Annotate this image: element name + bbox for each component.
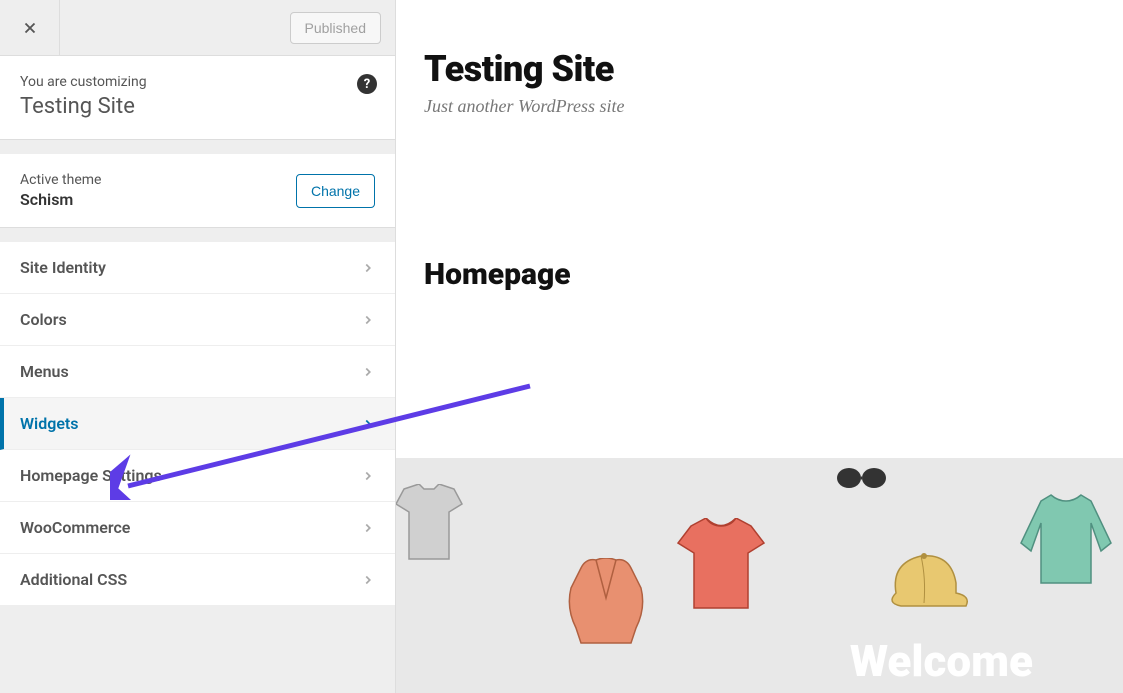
nav-item-menus[interactable]: Menus	[0, 346, 395, 398]
chevron-right-icon	[361, 365, 375, 379]
chevron-right-icon	[361, 573, 375, 587]
customize-info-section: You are customizing Testing Site ?	[0, 56, 395, 140]
section-divider	[0, 140, 395, 154]
active-theme-name: Schism	[20, 190, 101, 209]
nav-item-label: Site Identity	[20, 258, 106, 277]
nav-item-additional-css[interactable]: Additional CSS	[0, 554, 395, 606]
hero-welcome-text: Welcome	[850, 635, 1033, 687]
change-theme-button[interactable]: Change	[296, 174, 375, 208]
tshirt-gray-icon	[396, 484, 464, 564]
chevron-right-icon	[361, 313, 375, 327]
chevron-right-icon	[361, 521, 375, 535]
close-icon	[21, 19, 39, 37]
site-title: Testing Site	[424, 48, 1123, 90]
nav-item-label: Additional CSS	[20, 570, 127, 589]
nav-item-colors[interactable]: Colors	[0, 294, 395, 346]
publish-status-button[interactable]: Published	[290, 12, 382, 44]
customizing-label: You are customizing	[20, 74, 375, 90]
hero-banner: Welcome	[396, 458, 1123, 693]
jacket-orange-icon	[566, 558, 646, 648]
nav-item-site-identity[interactable]: Site Identity	[0, 242, 395, 294]
help-icon[interactable]: ?	[357, 74, 377, 94]
nav-item-label: Colors	[20, 310, 67, 329]
chevron-right-icon	[361, 469, 375, 483]
nav-item-label: Menus	[20, 362, 69, 381]
customizer-nav-list: Site Identity Colors Menus Widgets Homep…	[0, 242, 395, 606]
page-title: Homepage	[424, 257, 1123, 292]
nav-item-homepage-settings[interactable]: Homepage Settings	[0, 450, 395, 502]
active-theme-label: Active theme	[20, 172, 101, 188]
chevron-right-icon	[361, 261, 375, 275]
customizer-sidebar: Published You are customizing Testing Si…	[0, 0, 396, 693]
sunglasses-icon	[834, 458, 889, 498]
tshirt-red-icon	[676, 518, 766, 613]
sidebar-header: Published	[0, 0, 395, 56]
nav-item-label: Widgets	[20, 414, 79, 433]
customizing-site-name: Testing Site	[20, 94, 375, 119]
cap-yellow-icon	[886, 548, 971, 618]
close-button[interactable]	[0, 0, 60, 56]
theme-section: Active theme Schism Change	[0, 154, 395, 228]
nav-item-label: WooCommerce	[20, 518, 130, 537]
site-tagline: Just another WordPress site	[424, 96, 1123, 117]
chevron-right-icon	[361, 417, 375, 431]
site-preview: Testing Site Just another WordPress site…	[396, 0, 1123, 693]
section-divider	[0, 228, 395, 242]
nav-item-woocommerce[interactable]: WooCommerce	[0, 502, 395, 554]
nav-item-label: Homepage Settings	[20, 466, 162, 485]
nav-item-widgets[interactable]: Widgets	[0, 398, 395, 450]
longsleeve-teal-icon	[1016, 493, 1116, 588]
